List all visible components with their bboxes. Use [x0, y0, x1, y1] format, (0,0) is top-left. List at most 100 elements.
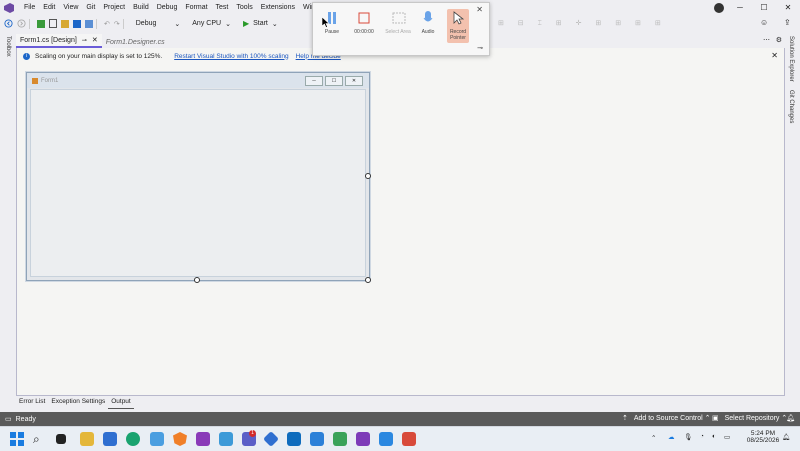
gear-icon[interactable]: ⚙: [776, 36, 782, 44]
app-icon[interactable]: [150, 432, 164, 446]
undo-icon[interactable]: ↶: [104, 20, 110, 28]
chevron-down-icon: ⌄: [225, 20, 231, 28]
toolbox-tab[interactable]: Toolbox: [5, 36, 11, 57]
solution-explorer-tab[interactable]: Solution Explorer: [788, 36, 794, 82]
menu-test[interactable]: Test: [212, 0, 233, 16]
resize-handle-right[interactable]: [365, 173, 371, 179]
outlook-icon[interactable]: [287, 432, 301, 446]
back-icon[interactable]: [4, 19, 13, 28]
menu-format[interactable]: Format: [181, 0, 211, 16]
solution-config-select[interactable]: Debug ⌄: [133, 20, 184, 28]
new-project-icon[interactable]: [37, 19, 45, 28]
play-icon: ▶: [242, 19, 250, 28]
tab-form1-designer[interactable]: Form1.Designer.cs: [102, 36, 169, 48]
vscode-icon[interactable]: [310, 432, 324, 446]
store-icon[interactable]: [103, 432, 117, 446]
chevron-up-icon: ⌃: [704, 415, 711, 422]
app-icon[interactable]: [333, 432, 347, 446]
open-folder-icon[interactable]: [61, 19, 69, 28]
copilot-icon[interactable]: ☺: [760, 18, 768, 27]
start-button[interactable]: ▶ Start ⌄: [240, 19, 281, 28]
form-designer-window[interactable]: Form1 ─ ☐ ✕: [26, 72, 370, 281]
close-icon[interactable]: ✕: [92, 36, 98, 44]
tab-output[interactable]: Output: [108, 397, 134, 409]
toolbar-separator: [122, 18, 124, 29]
user-avatar[interactable]: [714, 3, 724, 13]
audio-button[interactable]: Audio: [413, 11, 443, 35]
resize-handle-corner[interactable]: [365, 277, 371, 283]
onenote-icon[interactable]: [196, 432, 210, 446]
visual-studio-icon[interactable]: [356, 432, 370, 446]
record-pointer-button[interactable]: Record Pointer: [447, 9, 469, 43]
info-message: Scaling on your main display is set to 1…: [35, 52, 163, 60]
timer-label: 00:00:00: [354, 29, 374, 35]
task-view-icon[interactable]: [56, 434, 66, 444]
menu-project[interactable]: Project: [99, 0, 129, 16]
microphone-icon[interactable]: 🎙︎: [684, 433, 692, 441]
close-icon[interactable]: ✕: [776, 0, 800, 16]
stop-button[interactable]: 00:00:00: [349, 11, 379, 35]
notepad-icon[interactable]: [219, 432, 233, 446]
defender-icon[interactable]: [379, 432, 393, 446]
tab-form1-design[interactable]: Form1.cs [Design] ⊸ ✕: [16, 34, 102, 48]
start-label: Start: [253, 20, 268, 27]
menu-debug[interactable]: Debug: [153, 0, 182, 16]
app-icon[interactable]: [263, 431, 279, 447]
resize-handle-bottom[interactable]: [194, 277, 200, 283]
tab-label: Form1.cs [Design]: [20, 36, 77, 44]
menu-git[interactable]: Git: [82, 0, 99, 16]
close-icon[interactable]: ✕: [771, 51, 778, 60]
arrow-up-icon: ⇡: [622, 415, 628, 422]
menu-file[interactable]: File: [20, 0, 39, 16]
select-area-button[interactable]: Select Area: [383, 11, 413, 35]
speaker-icon[interactable]: ◐: [712, 433, 716, 440]
notifications-icon[interactable]: 🔔︎: [782, 433, 790, 441]
maximize-icon[interactable]: ☐: [752, 0, 776, 16]
form-client-area[interactable]: [30, 89, 366, 277]
menu-extensions[interactable]: Extensions: [257, 0, 299, 16]
recorder-icon[interactable]: [402, 432, 416, 446]
file-explorer-icon[interactable]: [80, 432, 94, 446]
menu-tools[interactable]: Tools: [232, 0, 256, 16]
clock-date: 08/25/2026: [746, 437, 780, 444]
menu-edit[interactable]: Edit: [39, 0, 59, 16]
restart-scaling-link[interactable]: Restart Visual Studio with 100% scaling: [174, 53, 288, 60]
pin-icon[interactable]: ⊸: [477, 44, 483, 52]
share-icon[interactable]: ⇪: [784, 18, 791, 27]
forward-icon[interactable]: [17, 19, 26, 28]
minimize-icon[interactable]: ─: [728, 0, 752, 16]
wifi-icon[interactable]: ◔: [700, 433, 704, 440]
record-pointer-label: Record Pointer: [449, 29, 467, 41]
tab-exception-settings[interactable]: Exception Settings: [48, 397, 108, 409]
save-all-icon[interactable]: [85, 19, 93, 28]
new-file-icon[interactable]: [49, 19, 57, 28]
bottom-tool-tabs: Error List Exception Settings Output: [16, 397, 800, 409]
git-changes-tab[interactable]: Git Changes: [788, 90, 794, 123]
redo-icon[interactable]: ↷: [114, 20, 120, 28]
windows-start-icon[interactable]: [10, 432, 24, 446]
notification-icon[interactable]: ▭: [5, 415, 12, 423]
tab-error-list[interactable]: Error List: [16, 397, 48, 409]
select-area-icon: [392, 11, 406, 25]
platform-select[interactable]: Any CPU ⌄: [189, 20, 234, 28]
battery-icon[interactable]: ▭: [724, 433, 730, 441]
add-source-control-button[interactable]: ⇡ Add to Source Control ⌃: [622, 414, 711, 422]
onedrive-icon[interactable]: ☁: [668, 433, 675, 441]
close-icon[interactable]: ✕: [476, 5, 483, 14]
brave-icon[interactable]: [173, 432, 187, 446]
menu-view[interactable]: View: [59, 0, 82, 16]
pointer-icon: [452, 11, 465, 25]
menu-build[interactable]: Build: [129, 0, 153, 16]
chevron-up-icon[interactable]: ⌃: [651, 434, 656, 442]
left-tool-rail: Toolbox: [0, 32, 16, 412]
layout-tools-icons[interactable]: ⊞ ⊟ ⌶ ⊞ ✛ ⊞ ⊞ ⊞ ⊞: [498, 19, 667, 28]
recorder-panel: Pause 00:00:00 Select Area Audio Record …: [312, 2, 490, 56]
search-icon[interactable]: ⌕: [33, 432, 47, 446]
pin-icon[interactable]: ⊸: [82, 37, 87, 44]
clock[interactable]: 5:24 PM 08/25/2026: [738, 430, 788, 444]
select-repository-button[interactable]: ▣ Select Repository ⌃: [712, 414, 787, 422]
save-icon[interactable]: [73, 19, 81, 28]
bell-icon[interactable]: 🔔︎: [786, 414, 795, 422]
edge-icon[interactable]: [126, 432, 140, 446]
tab-overflow-icon[interactable]: ⋯: [763, 36, 770, 44]
